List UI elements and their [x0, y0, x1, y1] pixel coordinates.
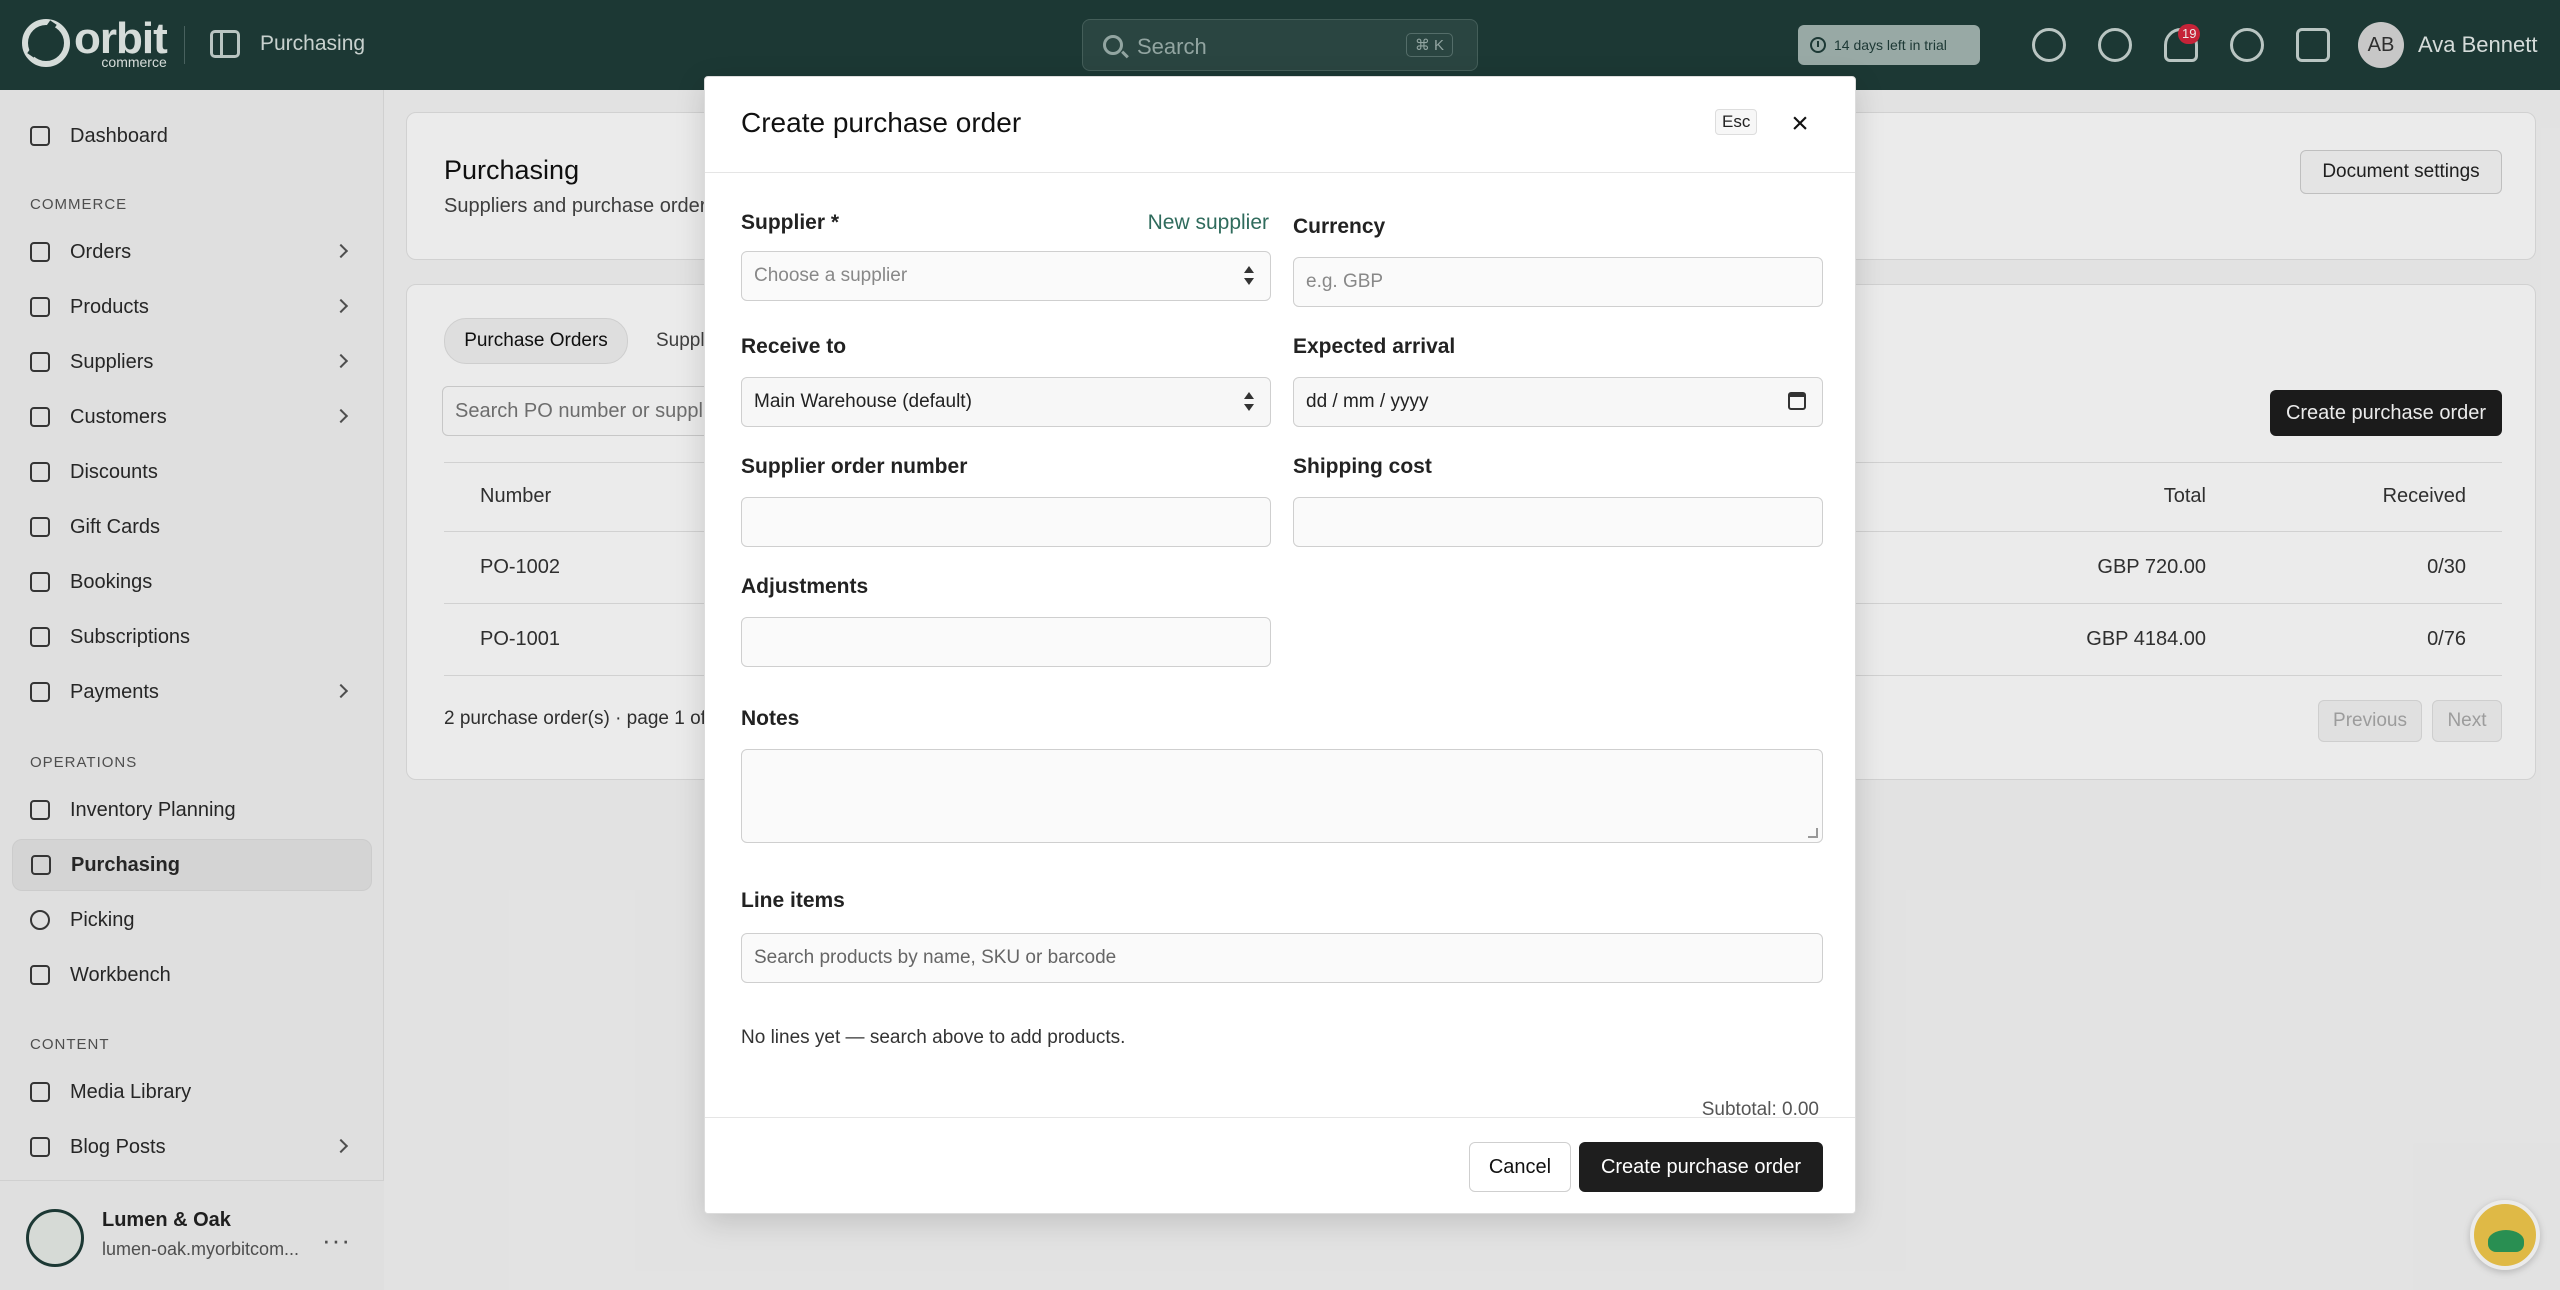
dialog-footer: Cancel Create purchase order: [705, 1117, 1855, 1213]
supplier-order-number-input[interactable]: [741, 497, 1271, 547]
dialog-header: Create purchase order Esc ×: [705, 77, 1855, 173]
create-purchase-order-submit-button[interactable]: Create purchase order: [1579, 1142, 1823, 1192]
cancel-button[interactable]: Cancel: [1469, 1142, 1571, 1192]
select-arrows-icon: [1244, 392, 1254, 412]
shipping-cost-input[interactable]: [1293, 497, 1823, 547]
notes-textarea[interactable]: [741, 749, 1823, 843]
create-purchase-order-dialog: Create purchase order Esc × Supplier * N…: [704, 76, 1856, 1214]
expected-arrival-label: Expected arrival: [1293, 335, 1456, 358]
line-items-label: Line items: [741, 889, 845, 912]
supplier-select-value: Choose a supplier: [754, 265, 908, 286]
currency-input[interactable]: e.g. GBP: [1293, 257, 1823, 307]
supplier-select[interactable]: Choose a supplier: [741, 251, 1271, 301]
supplier-label: Supplier *: [741, 211, 840, 234]
close-icon[interactable]: ×: [1785, 109, 1815, 139]
line-items-search-input[interactable]: Search products by name, SKU or barcode: [741, 933, 1823, 983]
shipping-cost-label: Shipping cost: [1293, 455, 1432, 478]
adjustments-label: Adjustments: [741, 575, 869, 598]
expected-arrival-date-input[interactable]: dd / mm / yyyy: [1293, 377, 1823, 427]
new-supplier-link[interactable]: New supplier: [1148, 211, 1269, 235]
notes-label: Notes: [741, 707, 800, 730]
esc-hint: Esc: [1715, 109, 1758, 135]
currency-label: Currency: [1293, 215, 1386, 238]
receive-to-value: Main Warehouse (default): [754, 391, 972, 412]
select-arrows-icon: [1244, 266, 1254, 286]
resize-handle-icon[interactable]: [1808, 828, 1818, 838]
dialog-title: Create purchase order: [741, 107, 1022, 138]
empty-lines-message: No lines yet — search above to add produ…: [741, 1027, 1126, 1048]
date-placeholder: dd / mm / yyyy: [1306, 391, 1429, 412]
calendar-icon[interactable]: [1788, 392, 1806, 410]
supplier-order-number-label: Supplier order number: [741, 455, 968, 478]
receive-to-label: Receive to: [741, 335, 847, 358]
adjustments-input[interactable]: [741, 617, 1271, 667]
receive-to-select[interactable]: Main Warehouse (default): [741, 377, 1271, 427]
